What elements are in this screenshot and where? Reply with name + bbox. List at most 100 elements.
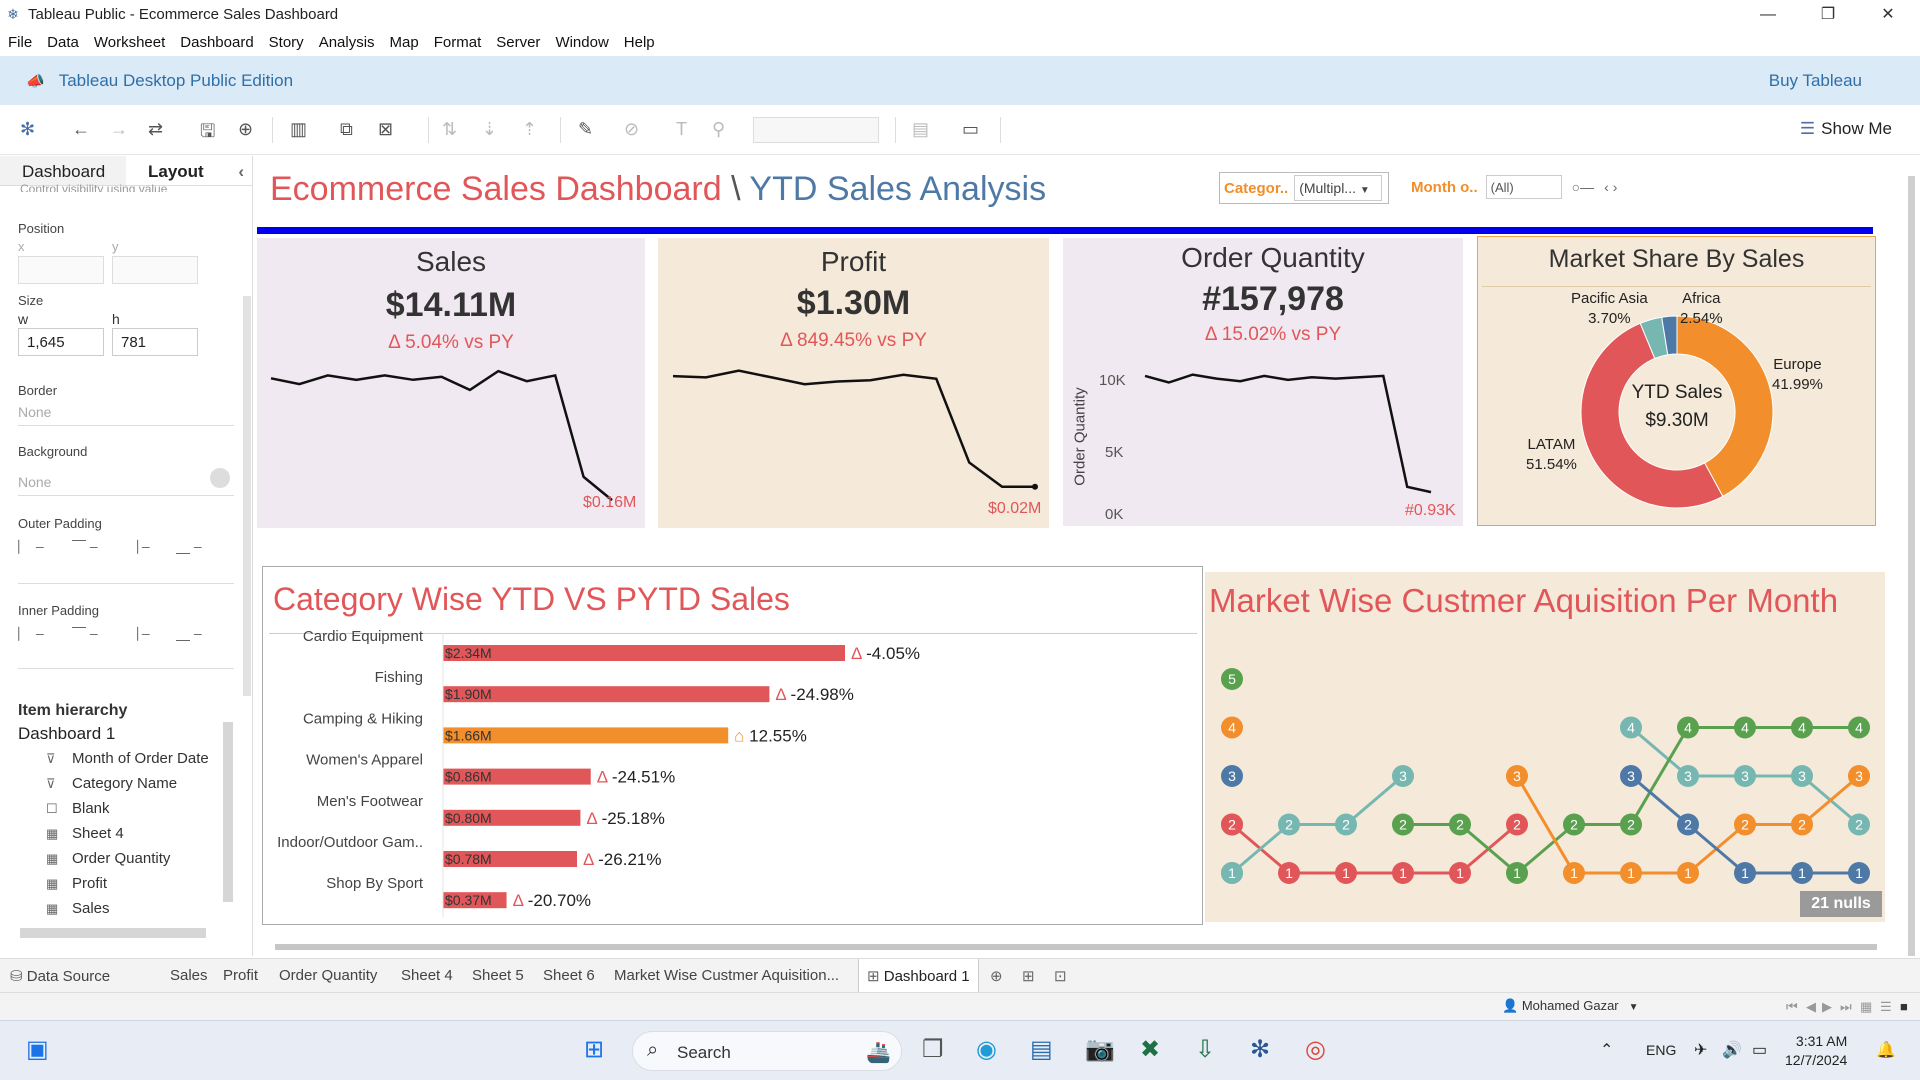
tab-dashboard-1[interactable]: ⊞ Dashboard 1 <box>858 959 979 993</box>
category-filter-dropdown[interactable]: (Multipl... ▼ <box>1294 175 1383 201</box>
x-input[interactable] <box>18 256 104 284</box>
highlight-icon[interactable]: ✎ <box>578 119 593 140</box>
prev-sheet-icon[interactable]: ◀ <box>1806 999 1816 1015</box>
close-button[interactable]: ✕ <box>1860 0 1916 29</box>
battery-icon[interactable]: ▭ <box>1752 1040 1767 1060</box>
clear-sheet-icon[interactable]: ⊠ <box>378 119 393 140</box>
volume-icon[interactable]: 🔊 <box>1722 1040 1742 1060</box>
border-select[interactable]: None <box>18 404 234 426</box>
menu-analysis[interactable]: Analysis <box>319 34 375 51</box>
menu-window[interactable]: Window <box>555 34 608 51</box>
hierarchy-item[interactable]: ⊽ Month of Order Date <box>46 750 209 767</box>
buy-tableau-link[interactable]: Buy Tableau <box>1769 71 1862 91</box>
hierarchy-item[interactable]: ☐ Blank <box>46 800 110 817</box>
hierarchy-item[interactable]: ▦ Sales <box>46 900 110 917</box>
tab-dashboard[interactable]: Dashboard <box>0 156 126 185</box>
month-filter-input[interactable]: (All) <box>1485 175 1562 199</box>
outer-padding-bottom-icon[interactable]: ⎽ ‒ <box>176 538 202 555</box>
taskbar-search[interactable]: ⌕ Search 🚢 <box>632 1031 902 1071</box>
tab-sales[interactable]: Sales <box>170 967 208 984</box>
chrome-icon[interactable]: ◎ <box>1305 1035 1326 1064</box>
task-view-icon[interactable]: ❐ <box>922 1035 944 1064</box>
background-select[interactable]: None <box>18 474 234 496</box>
chevron-up-icon[interactable]: ⌃ <box>1600 1040 1613 1060</box>
edge-icon[interactable]: ◉ <box>976 1035 997 1064</box>
height-input[interactable]: 781 <box>112 328 198 356</box>
canvas-vscrollbar[interactable] <box>1908 176 1915 956</box>
category-bar[interactable] <box>443 686 770 703</box>
save-icon[interactable]: 🖫 <box>200 119 215 149</box>
start-icon[interactable]: ⊞ <box>584 1035 604 1064</box>
camera-icon[interactable]: 📷 <box>1085 1035 1115 1064</box>
new-story-tab-icon[interactable]: ⊡ <box>1054 967 1067 985</box>
inner-padding-right-icon[interactable]: ⎹ ‒ <box>124 625 150 642</box>
tab-data-source[interactable]: ⛁ Data Source <box>10 967 110 985</box>
show-me-button[interactable]: ☰ Show Me <box>1800 119 1892 139</box>
menu-story[interactable]: Story <box>269 34 304 51</box>
file-explorer-icon[interactable]: ▤ <box>1030 1035 1053 1064</box>
labels-icon[interactable]: T <box>676 119 687 140</box>
menu-data[interactable]: Data <box>47 34 79 51</box>
menu-help[interactable]: Help <box>624 34 655 51</box>
user-menu[interactable]: 👤 Mohamed Gazar ▼ <box>1502 998 1639 1014</box>
tableau-logo-icon[interactable]: ✻ <box>20 119 35 140</box>
next-sheet-icon[interactable]: ▶ <box>1822 999 1832 1015</box>
width-input[interactable]: 1,645 <box>18 328 104 356</box>
menu-dashboard[interactable]: Dashboard <box>180 34 253 51</box>
network-icon[interactable]: ✈ <box>1694 1040 1707 1060</box>
group-icon[interactable]: ⊘ <box>624 119 639 140</box>
hierarchy-item[interactable]: ▦ Order Quantity <box>46 850 170 867</box>
y-input[interactable] <box>112 256 198 284</box>
new-dashboard-tab-icon[interactable]: ⊞ <box>1022 967 1035 985</box>
downloads-icon[interactable]: ⇩ <box>1195 1035 1215 1064</box>
category-bar[interactable] <box>443 645 845 661</box>
tabs-view-icon[interactable]: ■ <box>1900 999 1908 1014</box>
duplicate-sheet-icon[interactable]: ⧉ <box>340 119 353 140</box>
inner-padding-left-icon[interactable]: ⎸ ‒ <box>18 625 44 642</box>
menu-server[interactable]: Server <box>496 34 540 51</box>
menu-worksheet[interactable]: Worksheet <box>94 34 165 51</box>
fit-dropdown[interactable] <box>753 117 879 143</box>
new-data-source-icon[interactable]: ⊕ <box>238 119 253 140</box>
hierarchy-root[interactable]: Dashboard 1 <box>18 724 115 744</box>
background-color-swatch[interactable] <box>210 468 230 488</box>
tab-layout[interactable]: Layout ‹ <box>126 156 252 185</box>
menu-map[interactable]: Map <box>390 34 419 51</box>
widgets-icon[interactable]: ▣ <box>26 1035 49 1064</box>
presentation-mode-icon[interactable]: ▭ <box>962 119 979 140</box>
hierarchy-item[interactable]: ▦ Sheet 4 <box>46 825 124 842</box>
hierarchy-scrollbar[interactable] <box>223 722 233 902</box>
inner-padding-top-icon[interactable]: ⎺ ‒ <box>72 625 98 642</box>
new-worksheet-icon[interactable]: ▥ <box>290 119 307 140</box>
last-sheet-icon[interactable]: ⏭ <box>1840 999 1852 1015</box>
first-sheet-icon[interactable]: ⏮ <box>1786 999 1798 1015</box>
hierarchy-hscrollbar[interactable] <box>20 928 206 938</box>
prev-month-button[interactable]: ‹ <box>1604 179 1609 195</box>
sort-descending-icon[interactable]: ⇡ <box>522 119 537 140</box>
sort-ascending-icon[interactable]: ⇣ <box>482 119 497 140</box>
tab-order-quantity[interactable]: Order Quantity <box>279 967 377 984</box>
excel-icon[interactable]: ✖ <box>1140 1035 1160 1064</box>
nulls-indicator[interactable]: 21 nulls <box>1800 891 1882 917</box>
filmstrip-icon[interactable]: ☰ <box>1880 999 1892 1015</box>
redo-icon[interactable]: → <box>110 119 128 140</box>
tab-profit[interactable]: Profit <box>223 967 258 984</box>
pin-icon[interactable]: ⚲ <box>712 119 725 140</box>
tableau-taskbar-icon[interactable]: ✻ <box>1250 1035 1270 1064</box>
restore-button[interactable]: ❐ <box>1800 0 1856 29</box>
tab-market-acquisition[interactable]: Market Wise Custmer Aquisition... <box>614 967 839 984</box>
swap-icon[interactable]: ⇅ <box>442 119 457 140</box>
hierarchy-item[interactable]: ▦ Profit <box>46 875 107 892</box>
next-month-button[interactable]: › <box>1613 179 1618 195</box>
notification-bell-icon[interactable]: 🔔 <box>1876 1040 1896 1060</box>
pane-scrollbar[interactable] <box>243 296 251 696</box>
menu-format[interactable]: Format <box>434 34 482 51</box>
hierarchy-item[interactable]: ⊽ Category Name <box>46 775 177 792</box>
outer-padding-left-icon[interactable]: ⎸ ‒ <box>18 538 44 555</box>
replay-icon[interactable]: ⇄ <box>148 119 163 140</box>
minimize-button[interactable]: — <box>1740 0 1796 29</box>
collapse-pane-icon[interactable]: ‹ <box>238 162 244 182</box>
cards-icon[interactable]: ▤ <box>912 119 929 140</box>
canvas-hscrollbar[interactable] <box>275 944 1877 950</box>
tab-sheet-4[interactable]: Sheet 4 <box>401 967 453 984</box>
